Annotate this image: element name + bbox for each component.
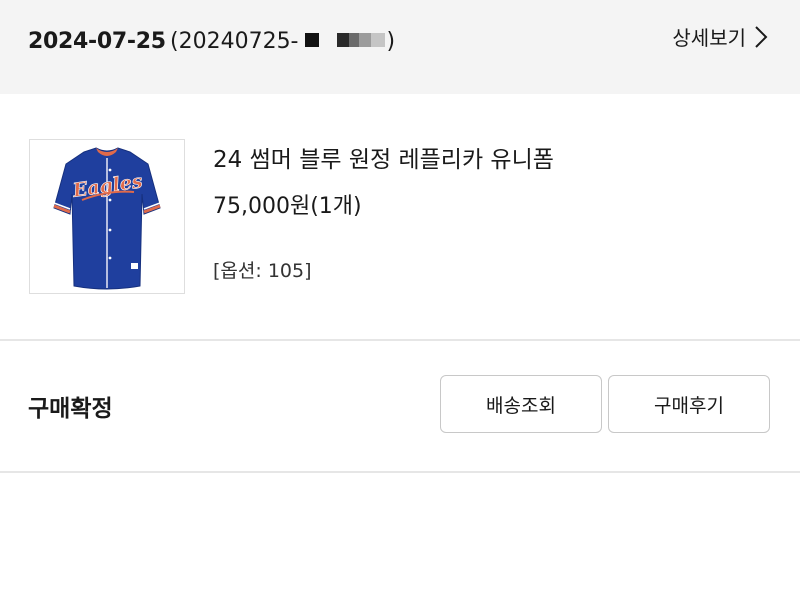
redaction-block [336, 33, 349, 47]
product-price: 75,000원(1개) [213, 194, 362, 219]
divider [0, 339, 800, 341]
order-header: 2024-07-25 (20240725-) 상세보기 [0, 0, 800, 94]
product-option: [옵션: 105] [213, 260, 312, 282]
redaction-block [370, 33, 385, 47]
redaction-block [358, 33, 371, 47]
order-number-prefix: (20240725- [170, 29, 299, 54]
view-details-link[interactable]: 상세보기 [672, 22, 768, 51]
product-item: Eagles 24 썸머 블루 원정 레플리카 유니폼 75,000원(1개) … [0, 94, 800, 340]
jersey-image: Eagles [30, 140, 184, 293]
order-detail-page: 2024-07-25 (20240725-) 상세보기 Eagles 24 썸머… [0, 0, 800, 600]
view-details-label: 상세보기 [672, 26, 746, 50]
redaction-block [348, 33, 359, 47]
order-status: 구매확정 [28, 396, 113, 422]
redaction-block [304, 33, 319, 47]
redaction-gap [319, 33, 337, 47]
write-review-button[interactable]: 구매후기 [608, 375, 770, 433]
track-delivery-button[interactable]: 배송조회 [440, 375, 602, 433]
order-number-suffix: ) [386, 29, 396, 54]
product-name[interactable]: 24 썸머 블루 원정 레플리카 유니폼 [213, 140, 554, 174]
divider [0, 471, 800, 473]
product-thumbnail[interactable]: Eagles [29, 139, 185, 294]
chevron-right-icon [754, 25, 768, 49]
order-number: (20240725-) [170, 29, 395, 54]
order-date: 2024-07-25 [28, 29, 166, 54]
